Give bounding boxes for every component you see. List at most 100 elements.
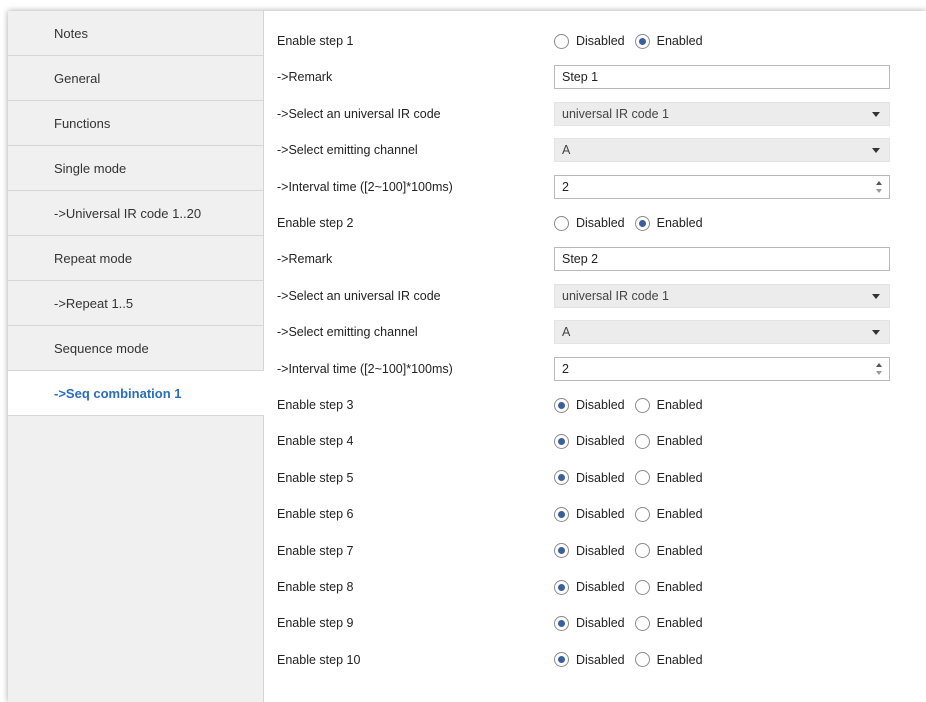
enabled-radio-option[interactable]: Enabled (634, 433, 703, 449)
sidebar-item-label: General (54, 70, 101, 86)
enabled-radio-option[interactable]: Enabled (634, 397, 703, 413)
radio-button-icon[interactable] (634, 652, 650, 668)
parameter-control: A (554, 320, 890, 345)
interval-time-stepper[interactable]: 2 (554, 174, 890, 199)
disabled-radio-option[interactable]: Disabled (554, 652, 625, 668)
parameter-control: Step 1 (554, 65, 890, 90)
parameter-label: ->Select an universal IR code (277, 106, 441, 121)
disabled-radio-option[interactable]: Disabled (554, 33, 625, 49)
disabled-radio-option[interactable]: Disabled (554, 506, 625, 522)
dropdown-select[interactable]: universal IR code 1 (554, 101, 890, 126)
parameter-control: 2 (554, 174, 890, 199)
enable-radio-group: Disabled Enabled (554, 393, 890, 417)
parameter-control: Disabled Enabled (554, 539, 890, 563)
parameter-row: Enable step 4 Disabled Enabled (264, 423, 926, 459)
dropdown-value: universal IR code 1 (562, 106, 670, 121)
radio-button-icon[interactable] (634, 543, 650, 559)
sidebar-item-universal-ir-code-1-20[interactable]: ->Universal IR code 1..20 (8, 191, 263, 236)
radio-button-icon[interactable] (554, 397, 569, 413)
parameter-label: Enable step 8 (277, 580, 354, 594)
sidebar-item-label: Sequence mode (54, 340, 149, 356)
sidebar-item-sequence-mode[interactable]: Sequence mode (8, 326, 263, 371)
remark-input[interactable]: Step 1 (554, 65, 890, 90)
chevron-down-icon[interactable] (872, 330, 880, 336)
disabled-radio-option[interactable]: Disabled (554, 543, 625, 559)
disabled-radio-label: Disabled (576, 34, 625, 48)
sidebar-item-single-mode[interactable]: Single mode (8, 146, 263, 191)
sidebar-item-label: Single mode (54, 160, 127, 176)
enable-radio-group: Disabled Enabled (554, 29, 890, 53)
radio-button-icon[interactable] (554, 615, 569, 631)
radio-button-icon[interactable] (634, 215, 650, 231)
sidebar-item-general[interactable]: General (8, 56, 263, 101)
sidebar-item-repeat-1-5[interactable]: ->Repeat 1..5 (8, 281, 263, 326)
radio-button-icon[interactable] (554, 652, 569, 668)
parameter-label: Enable step 10 (277, 652, 361, 667)
increment-arrow-icon[interactable] (876, 180, 882, 185)
parameter-control: Step 2 (554, 247, 890, 272)
disabled-radio-option[interactable]: Disabled (554, 433, 625, 449)
dropdown-select[interactable]: universal IR code 1 (554, 283, 890, 308)
parameter-panel: Enable step 1 Disabled Enabled ->Remark Step… (264, 11, 926, 702)
enabled-radio-option[interactable]: Enabled (634, 579, 703, 595)
parameter-control: Disabled Enabled (554, 648, 890, 672)
radio-button-icon[interactable] (634, 579, 650, 595)
sidebar-item-repeat-mode[interactable]: Repeat mode (8, 236, 263, 281)
parameter-row: Enable step 10 Disabled Enabled (264, 642, 926, 678)
parameter-label: ->Select emitting channel (277, 143, 418, 158)
radio-button-icon[interactable] (554, 579, 569, 595)
enabled-radio-option[interactable]: Enabled (634, 506, 703, 522)
parameter-label: Enable step 4 (277, 434, 354, 449)
chevron-down-icon[interactable] (872, 148, 880, 154)
enabled-radio-option[interactable]: Enabled (634, 33, 703, 49)
enabled-radio-label: Enabled (656, 616, 703, 631)
radio-button-icon[interactable] (554, 215, 569, 231)
dropdown-select[interactable]: A (554, 320, 890, 345)
radio-button-icon[interactable] (634, 470, 650, 486)
interval-time-stepper[interactable]: 2 (554, 356, 890, 381)
enabled-radio-option[interactable]: Enabled (634, 215, 703, 231)
disabled-radio-option[interactable]: Disabled (554, 615, 625, 631)
sidebar-item-notes[interactable]: Notes (8, 11, 263, 56)
sidebar: Notes General Functions Single mode ->Univer… (8, 11, 264, 702)
enabled-radio-label: Enabled (656, 470, 703, 485)
parameter-row: Enable step 6 Disabled Enabled (264, 496, 926, 532)
enabled-radio-option[interactable]: Enabled (634, 652, 703, 668)
parameter-label: ->Interval time ([2~100]*100ms) (277, 361, 453, 376)
dropdown-select[interactable]: A (554, 138, 890, 163)
disabled-radio-option[interactable]: Disabled (554, 579, 625, 595)
sidebar-item-functions[interactable]: Functions (8, 101, 263, 146)
radio-button-icon[interactable] (634, 433, 650, 449)
remark-input[interactable]: Step 2 (554, 247, 890, 272)
enabled-radio-label: Enabled (656, 34, 703, 48)
enable-radio-group: Disabled Enabled (554, 211, 890, 235)
radio-button-icon[interactable] (554, 470, 569, 486)
enable-radio-group: Disabled Enabled (554, 539, 890, 563)
radio-button-icon[interactable] (554, 506, 569, 522)
parameter-control: Disabled Enabled (554, 29, 890, 53)
enabled-radio-option[interactable]: Enabled (634, 470, 703, 486)
radio-button-icon[interactable] (634, 506, 650, 522)
chevron-down-icon[interactable] (872, 293, 880, 299)
disabled-radio-option[interactable]: Disabled (554, 215, 625, 231)
radio-button-icon[interactable] (554, 33, 569, 49)
enabled-radio-option[interactable]: Enabled (634, 543, 703, 559)
parameter-label: Enable step 9 (277, 616, 354, 631)
radio-button-icon[interactable] (554, 433, 569, 449)
radio-button-icon[interactable] (634, 397, 650, 413)
disabled-radio-option[interactable]: Disabled (554, 397, 625, 413)
enable-radio-group: Disabled Enabled (554, 648, 890, 672)
enabled-radio-label: Enabled (656, 216, 703, 230)
decrement-arrow-icon[interactable] (876, 370, 882, 375)
radio-button-icon[interactable] (554, 543, 569, 559)
increment-arrow-icon[interactable] (876, 362, 882, 367)
chevron-down-icon[interactable] (872, 111, 880, 117)
enabled-radio-option[interactable]: Enabled (634, 615, 703, 631)
parameter-control: Disabled Enabled (554, 502, 890, 526)
disabled-radio-option[interactable]: Disabled (554, 470, 625, 486)
radio-button-icon[interactable] (634, 615, 650, 631)
sidebar-item-seq-combination-1[interactable]: ->Seq combination 1 (8, 371, 264, 416)
enable-radio-group: Disabled Enabled (554, 502, 890, 526)
radio-button-icon[interactable] (634, 33, 650, 49)
decrement-arrow-icon[interactable] (876, 188, 882, 193)
